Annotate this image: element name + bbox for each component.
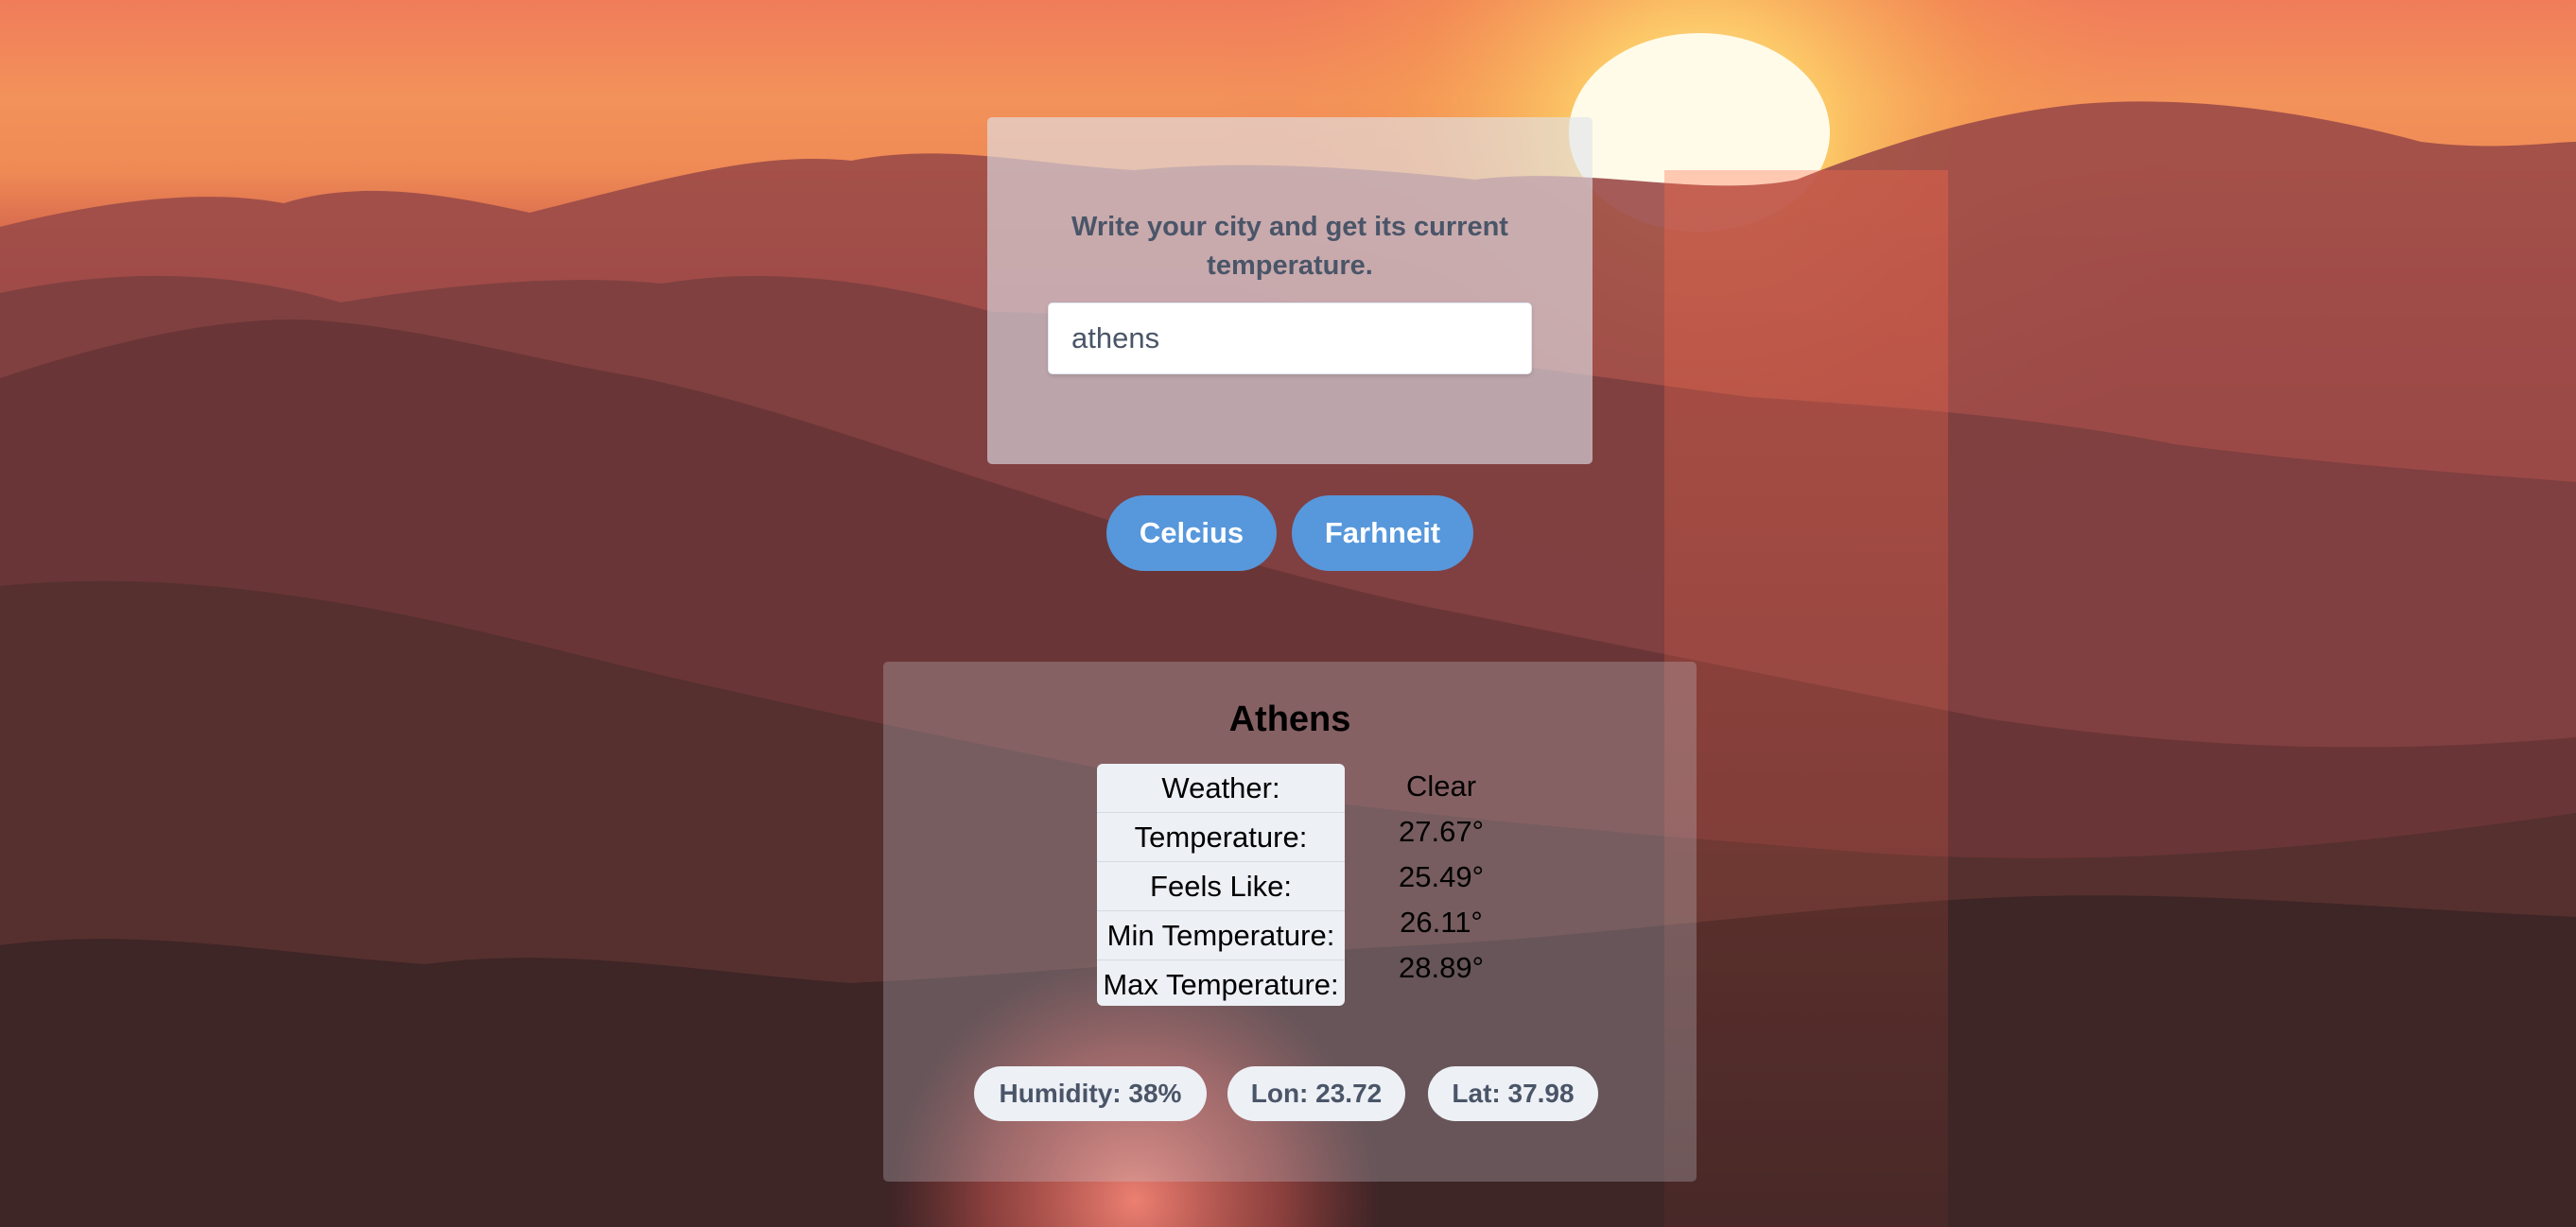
- city-search-input[interactable]: [1048, 302, 1532, 374]
- city-name: Athens: [1228, 700, 1351, 739]
- label-max-temperature: Max Temperature:: [1103, 968, 1339, 1001]
- label-weather: Weather:: [1097, 764, 1345, 813]
- value-min-temperature: 26.11°: [1400, 906, 1483, 939]
- label-temperature: Temperature:: [1097, 813, 1345, 862]
- search-card: Write your city and get its current temp…: [987, 117, 1593, 464]
- humidity-badge: Humidity: 38%: [974, 1066, 1207, 1121]
- value-max-temperature: 28.89°: [1399, 951, 1484, 984]
- value-weather: Clear: [1405, 769, 1477, 803]
- fahrenheit-button[interactable]: Farhneit: [1292, 495, 1473, 571]
- weather-values: Clear 27.67° 25.49° 26.11° 28.89°: [1375, 764, 1507, 991]
- search-prompt: Write your city and get its current temp…: [1071, 212, 1508, 281]
- weather-result-card: Athens Weather: Temperature: Feels Like:…: [883, 662, 1697, 1182]
- label-feels-like: Feels Like:: [1097, 862, 1345, 911]
- celsius-button[interactable]: Celcius: [1106, 495, 1277, 571]
- value-feels-like: 25.49°: [1399, 860, 1484, 893]
- label-min-temperature: Min Temperature:: [1097, 911, 1345, 960]
- value-temperature: 27.67°: [1399, 815, 1484, 848]
- latitude-badge: Lat: 37.98: [1428, 1066, 1598, 1121]
- longitude-badge: Lon: 23.72: [1227, 1066, 1405, 1121]
- weather-labels-table: Weather: Temperature: Feels Like: Min Te…: [1097, 764, 1345, 1006]
